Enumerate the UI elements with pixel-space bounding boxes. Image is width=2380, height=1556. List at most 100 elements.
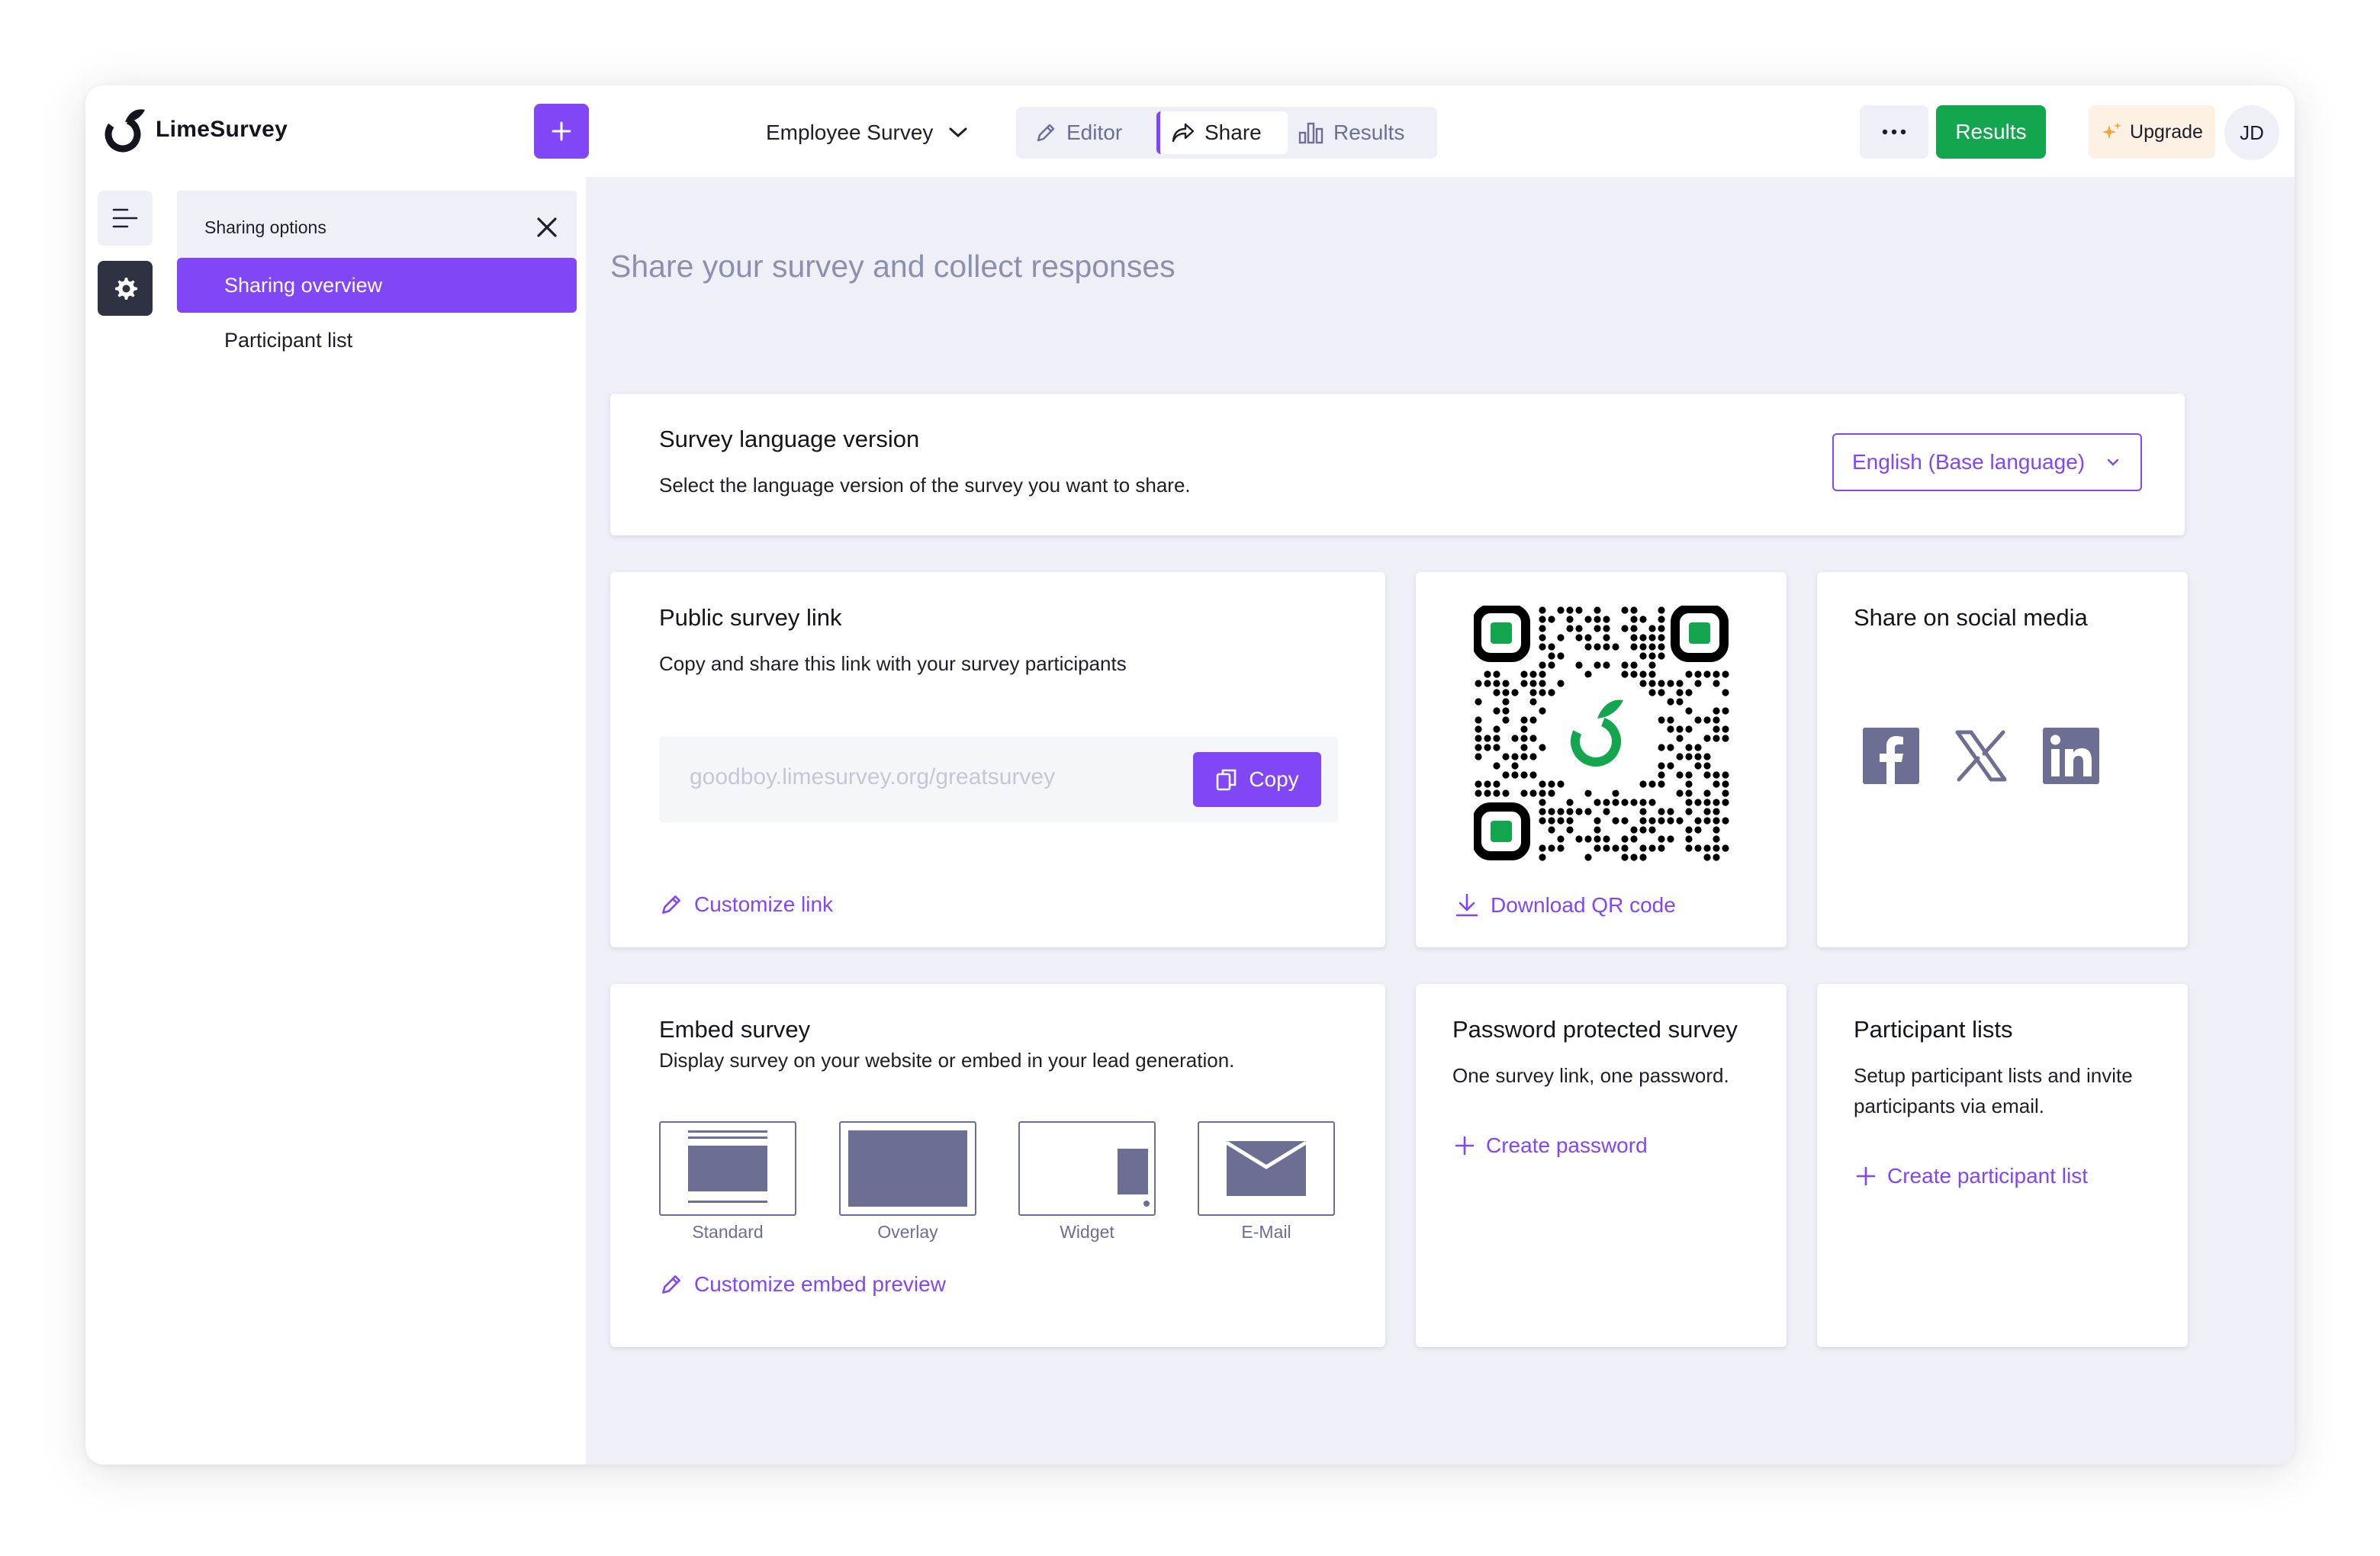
tab-share[interactable]: Share xyxy=(1156,111,1288,154)
qr-dot xyxy=(1539,625,1546,632)
qr-dot xyxy=(1520,744,1528,751)
download-qr-label: Download QR code xyxy=(1491,893,1676,917)
qr-dot xyxy=(1475,716,1482,724)
qr-dot xyxy=(1713,680,1720,687)
sidebar-toggle-button[interactable] xyxy=(98,191,153,246)
embed-card-description: Display survey on your website or embed … xyxy=(659,1049,1235,1072)
qr-dot xyxy=(1658,716,1665,724)
qr-dot xyxy=(1548,826,1555,834)
embed-option-widget[interactable]: Widget xyxy=(1018,1121,1156,1243)
customize-link[interactable]: Customize link xyxy=(659,892,833,917)
customize-embed-label: Customize embed preview xyxy=(694,1272,946,1296)
embed-overlay-label: Overlay xyxy=(877,1222,938,1242)
qr-dot xyxy=(1713,835,1720,843)
qr-dot xyxy=(1520,735,1528,742)
settings-button[interactable] xyxy=(98,261,153,316)
qr-dot xyxy=(1475,698,1482,706)
qr-dot xyxy=(1722,670,1729,678)
qr-dot xyxy=(1575,625,1583,632)
qr-dot xyxy=(1557,835,1565,843)
qr-dot xyxy=(1539,844,1546,852)
close-icon[interactable] xyxy=(536,216,558,239)
qr-dot xyxy=(1529,689,1537,696)
qr-dot xyxy=(1539,634,1546,641)
download-qr-link[interactable]: Download QR code xyxy=(1454,892,1676,918)
results-button[interactable]: Results xyxy=(1936,105,2046,159)
qr-dot xyxy=(1648,826,1656,834)
create-password-link[interactable]: Create password xyxy=(1454,1133,1648,1158)
qr-dot xyxy=(1703,854,1711,861)
copy-button[interactable]: Copy xyxy=(1193,752,1321,807)
x-icon[interactable] xyxy=(1953,728,2009,784)
qr-dot xyxy=(1713,725,1720,733)
qr-dot xyxy=(1630,616,1638,623)
qr-dot xyxy=(1511,762,1519,770)
qr-dot xyxy=(1594,835,1601,843)
tab-editor[interactable]: Editor xyxy=(1034,111,1149,154)
sidebar-item-participant-list[interactable]: Participant list xyxy=(177,313,577,368)
qr-finder-bottom-left xyxy=(1474,802,1530,860)
qr-dot xyxy=(1685,725,1693,733)
gear-icon xyxy=(115,278,137,300)
create-participant-list-link[interactable]: Create participant list xyxy=(1855,1164,2088,1188)
sidebar-item-sharing-overview[interactable]: Sharing overview xyxy=(177,258,577,313)
qr-dot xyxy=(1548,817,1555,825)
qr-dot xyxy=(1676,735,1684,742)
embed-option-overlay[interactable]: Overlay xyxy=(839,1121,976,1243)
customize-link-label: Customize link xyxy=(694,892,834,916)
qr-dot xyxy=(1676,771,1684,779)
customize-embed-link[interactable]: Customize embed preview xyxy=(659,1272,946,1297)
qr-dot xyxy=(1658,643,1665,651)
tab-results[interactable]: Results xyxy=(1298,111,1428,154)
avatar[interactable]: JD xyxy=(2224,105,2279,160)
qr-dot xyxy=(1703,844,1711,852)
qr-dot xyxy=(1594,643,1601,651)
add-button[interactable] xyxy=(534,104,589,159)
qr-dot xyxy=(1502,771,1510,779)
qr-dot xyxy=(1703,789,1711,797)
qr-dot xyxy=(1713,771,1720,779)
qr-dot xyxy=(1493,689,1500,696)
survey-selector[interactable]: Employee Survey xyxy=(766,116,968,149)
qr-dot xyxy=(1493,762,1500,770)
embed-option-email[interactable]: E-Mail xyxy=(1198,1121,1335,1243)
survey-url-field[interactable]: goodboy.limesurvey.org/greatsurvey Copy xyxy=(659,737,1338,822)
qr-dot xyxy=(1539,680,1546,687)
qr-dot xyxy=(1703,716,1711,724)
qr-dot xyxy=(1612,844,1619,852)
public-link-title: Public survey link xyxy=(659,604,842,631)
qr-dot xyxy=(1584,789,1592,797)
qr-dot xyxy=(1685,780,1693,788)
qr-dot xyxy=(1694,753,1702,760)
upgrade-button[interactable]: Upgrade xyxy=(2089,105,2215,159)
qr-dot xyxy=(1667,680,1674,687)
qr-dot xyxy=(1639,780,1647,788)
sharing-options-header: Sharing options xyxy=(177,191,577,264)
qr-dot xyxy=(1520,725,1528,733)
qr-dot xyxy=(1703,771,1711,779)
qr-dot xyxy=(1529,670,1537,678)
embed-option-standard[interactable]: Standard xyxy=(659,1121,796,1243)
qr-dot xyxy=(1685,799,1693,806)
qr-dot xyxy=(1658,689,1665,696)
linkedin-icon[interactable] xyxy=(2043,728,2099,784)
qr-dot xyxy=(1566,817,1574,825)
facebook-icon[interactable] xyxy=(1863,728,1919,784)
qr-dot xyxy=(1703,753,1711,760)
language-select[interactable]: English (Base language) xyxy=(1832,433,2142,491)
qr-dot xyxy=(1584,616,1592,623)
qr-dot xyxy=(1667,817,1674,825)
qr-dot xyxy=(1630,634,1638,641)
qr-dot xyxy=(1648,844,1656,852)
logo[interactable]: LimeSurvey xyxy=(102,105,288,154)
qr-dot xyxy=(1658,844,1665,852)
qr-dot xyxy=(1539,661,1546,669)
qr-dot xyxy=(1603,616,1610,623)
participants-card-description: Setup participant lists and invite parti… xyxy=(1854,1064,2133,1117)
public-link-description: Copy and share this link with your surve… xyxy=(659,652,1127,675)
embed-standard-preview xyxy=(659,1121,796,1216)
more-button[interactable] xyxy=(1860,105,1928,159)
app-window: LimeSurvey Employee Survey Editor Share … xyxy=(85,85,2295,1464)
qr-dot xyxy=(1676,689,1684,696)
qr-dot xyxy=(1639,844,1647,852)
